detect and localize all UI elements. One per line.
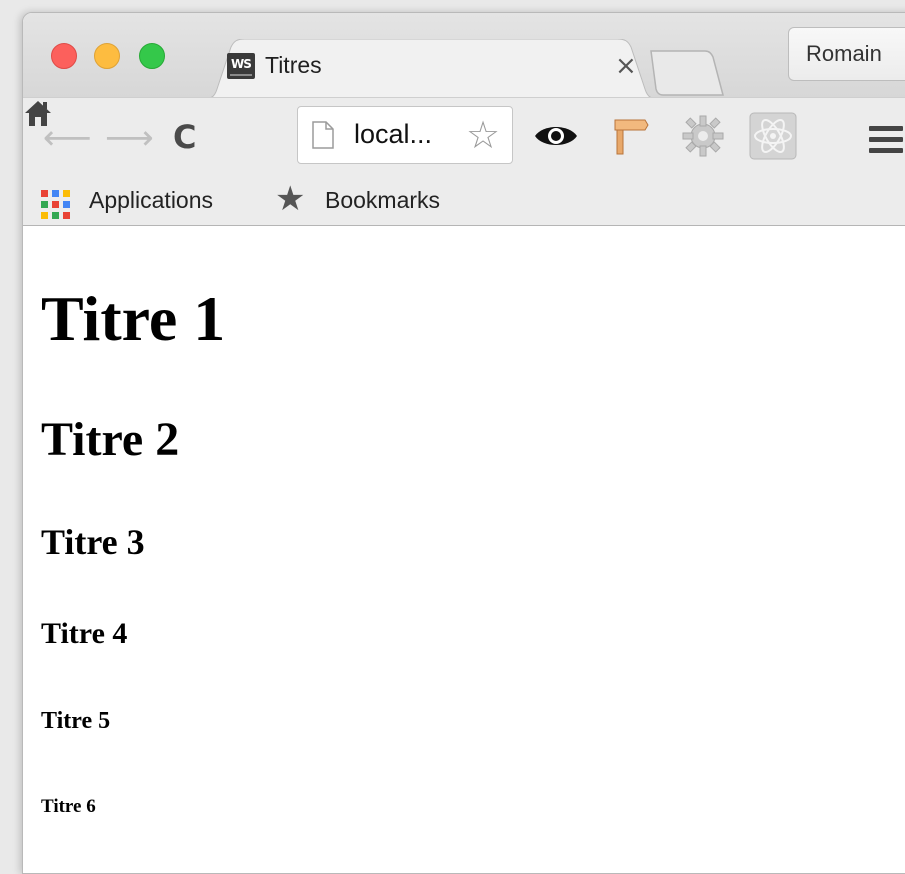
menu-icon[interactable]	[869, 126, 903, 154]
bookmarks-star-icon: ★	[275, 179, 306, 219]
gear-icon[interactable]	[681, 114, 725, 158]
browser-window: WS Titres × Romain ⟵ ⟶ C local... ☆ Appl…	[22, 12, 905, 874]
tab-close-icon[interactable]: ×	[615, 51, 637, 81]
bookmarks-bar: Applications ★ Bookmarks	[23, 179, 905, 226]
bookmark-star-icon[interactable]: ☆	[466, 113, 500, 157]
window-minimize-button[interactable]	[94, 43, 120, 69]
tab-strip: WS Titres × Romain	[23, 13, 905, 99]
profile-button[interactable]: Romain	[788, 27, 905, 81]
heading-1: Titre 1	[41, 283, 226, 354]
webstorm-icon: WS	[227, 53, 255, 79]
address-bar[interactable]: local... ☆	[297, 106, 513, 164]
tab-active[interactable]: WS Titres ×	[201, 39, 661, 99]
heading-6: Titre 6	[41, 796, 96, 817]
heading-5: Titre 5	[41, 708, 111, 734]
react-icon[interactable]	[749, 112, 797, 160]
page-content: Titre 1 Titre 2 Titre 3 Titre 4 Titre 5 …	[23, 226, 905, 873]
heading-4: Titre 4	[41, 617, 128, 650]
window-close-button[interactable]	[51, 43, 77, 69]
bookmark-bookmarks[interactable]: Bookmarks	[325, 187, 440, 214]
heading-3: Titre 3	[41, 522, 145, 562]
new-tab-button[interactable]	[649, 49, 725, 97]
bookmark-applications[interactable]: Applications	[89, 187, 213, 214]
heading-2: Titre 2	[41, 413, 180, 466]
tab-title: Titres	[265, 52, 322, 78]
page-icon	[312, 121, 334, 149]
toolbar: ⟵ ⟶ C local... ☆	[23, 97, 905, 180]
window-maximize-button[interactable]	[139, 43, 165, 69]
forward-arrow-icon[interactable]: ⟶	[105, 118, 154, 158]
reload-icon[interactable]: C	[173, 118, 196, 156]
address-bar-text: local...	[354, 119, 433, 149]
back-arrow-icon[interactable]: ⟵	[43, 118, 92, 158]
apps-grid-icon[interactable]	[41, 190, 71, 220]
signpost-icon[interactable]	[609, 114, 649, 156]
eye-icon[interactable]	[533, 118, 579, 154]
